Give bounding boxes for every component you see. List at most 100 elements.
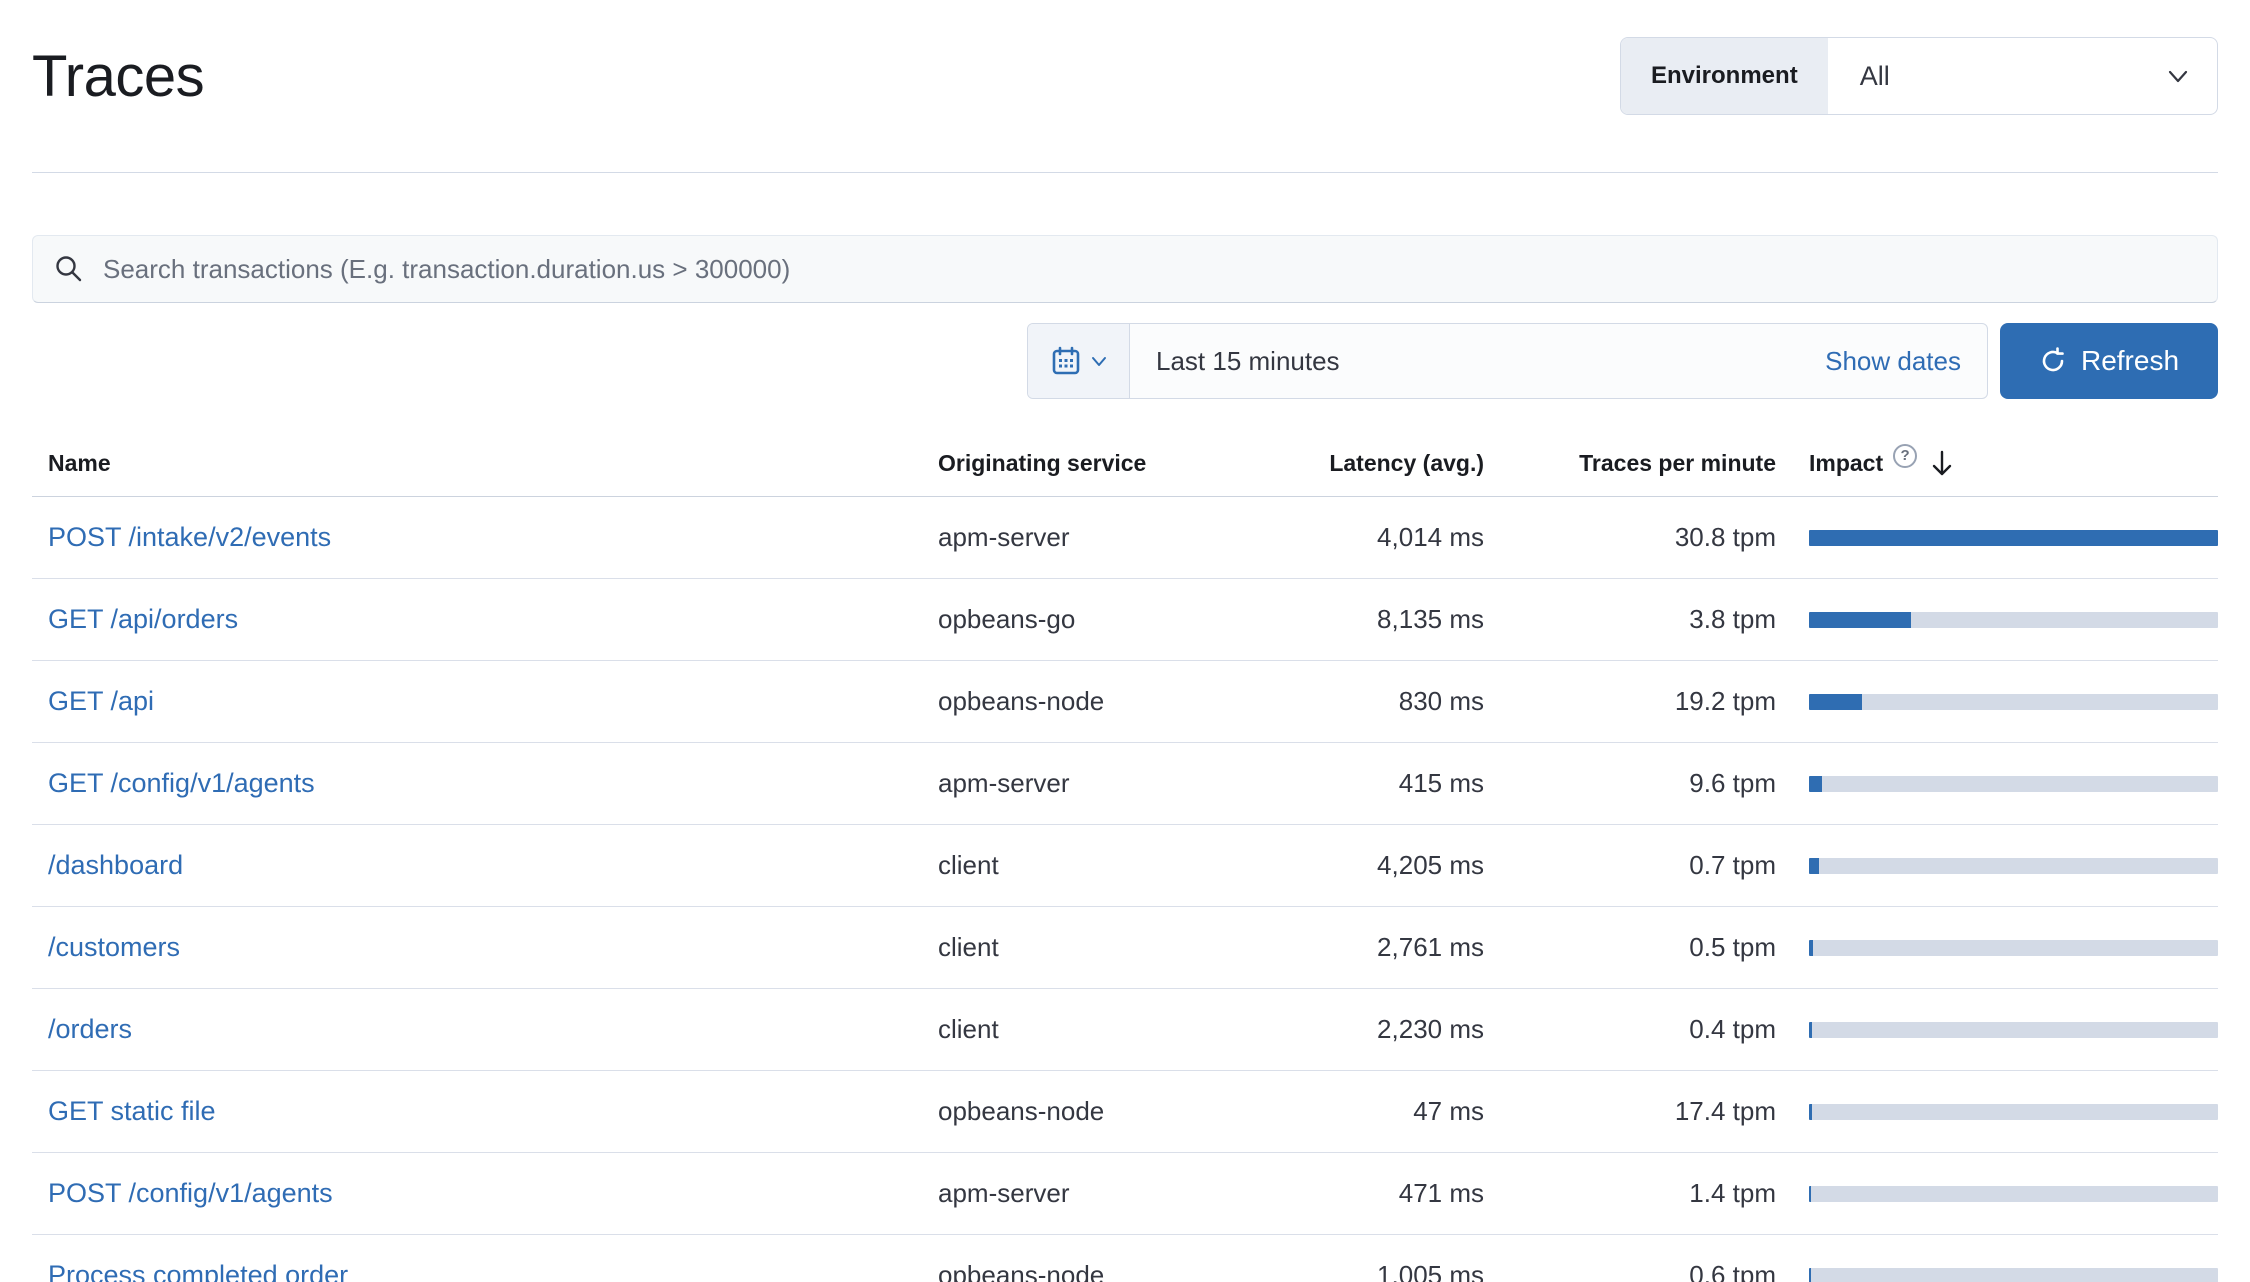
column-header-latency[interactable]: Latency (avg.) bbox=[1236, 450, 1484, 477]
table-row: /customers client 2,761 ms 0.5 tpm bbox=[32, 907, 2218, 989]
table-row: /orders client 2,230 ms 0.4 tpm bbox=[32, 989, 2218, 1071]
calendar-icon bbox=[1050, 345, 1082, 377]
refresh-button[interactable]: Refresh bbox=[2000, 323, 2218, 399]
latency-cell: 8,135 ms bbox=[1236, 604, 1484, 635]
traces-per-minute-cell: 1.4 tpm bbox=[1484, 1178, 1776, 1209]
page-title: Traces bbox=[32, 43, 204, 110]
impact-bar-track bbox=[1809, 858, 2218, 874]
transaction-link[interactable]: POST /intake/v2/events bbox=[48, 522, 331, 552]
transaction-link[interactable]: /customers bbox=[48, 932, 180, 962]
latency-cell: 4,014 ms bbox=[1236, 522, 1484, 553]
impact-bar-track bbox=[1809, 530, 2218, 546]
traces-per-minute-cell: 30.8 tpm bbox=[1484, 522, 1776, 553]
table-row: GET /api opbeans-node 830 ms 19.2 tpm bbox=[32, 661, 2218, 743]
column-header-originating-service[interactable]: Originating service bbox=[938, 450, 1236, 477]
environment-value: All bbox=[1860, 61, 1890, 92]
table-row: GET static file opbeans-node 47 ms 17.4 … bbox=[32, 1071, 2218, 1153]
table-body: POST /intake/v2/events apm-server 4,014 … bbox=[32, 497, 2218, 1282]
table-header-row: Name Originating service Latency (avg.) … bbox=[32, 431, 2218, 497]
originating-service-cell: client bbox=[938, 850, 1236, 881]
impact-bar-fill bbox=[1809, 940, 1813, 956]
latency-cell: 415 ms bbox=[1236, 768, 1484, 799]
search-icon bbox=[53, 253, 85, 285]
table-row: GET /config/v1/agents apm-server 415 ms … bbox=[32, 743, 2218, 825]
originating-service-cell: opbeans-node bbox=[938, 1096, 1236, 1127]
traces-table: Name Originating service Latency (avg.) … bbox=[32, 431, 2218, 1282]
latency-cell: 2,761 ms bbox=[1236, 932, 1484, 963]
transaction-link[interactable]: GET /api bbox=[48, 686, 154, 716]
latency-cell: 4,205 ms bbox=[1236, 850, 1484, 881]
originating-service-cell: client bbox=[938, 932, 1236, 963]
impact-bar-track bbox=[1809, 1104, 2218, 1120]
originating-service-cell: client bbox=[938, 1014, 1236, 1045]
impact-bar-fill bbox=[1809, 1022, 1812, 1038]
impact-bar-fill bbox=[1809, 1104, 1812, 1120]
refresh-icon bbox=[2039, 347, 2067, 375]
date-quick-select-button[interactable] bbox=[1028, 324, 1130, 398]
date-range-section: Last 15 minutes Show dates bbox=[1130, 324, 1987, 398]
originating-service-cell: apm-server bbox=[938, 1178, 1236, 1209]
refresh-label: Refresh bbox=[2081, 345, 2179, 377]
page-header: Traces Environment All bbox=[32, 36, 2218, 116]
traces-page: Traces Environment All bbox=[0, 0, 2250, 1282]
impact-bar-track bbox=[1809, 776, 2218, 792]
date-range-text[interactable]: Last 15 minutes bbox=[1156, 346, 1340, 377]
traces-per-minute-cell: 0.6 tpm bbox=[1484, 1260, 1776, 1282]
originating-service-cell: apm-server bbox=[938, 768, 1236, 799]
sort-descending-icon bbox=[1929, 449, 1955, 479]
environment-value-wrap[interactable]: All bbox=[1828, 38, 2217, 114]
traces-per-minute-cell: 0.5 tpm bbox=[1484, 932, 1776, 963]
impact-bar-fill bbox=[1809, 1186, 1811, 1202]
impact-bar-fill bbox=[1809, 530, 2218, 546]
transaction-link[interactable]: Process completed order bbox=[48, 1260, 348, 1282]
originating-service-cell: opbeans-node bbox=[938, 686, 1236, 717]
impact-bar-fill bbox=[1809, 1268, 1811, 1282]
traces-per-minute-cell: 17.4 tpm bbox=[1484, 1096, 1776, 1127]
chevron-down-icon bbox=[1090, 352, 1108, 370]
impact-bar-track bbox=[1809, 1268, 2218, 1282]
table-row: GET /api/orders opbeans-go 8,135 ms 3.8 … bbox=[32, 579, 2218, 661]
impact-bar-track bbox=[1809, 694, 2218, 710]
transaction-link[interactable]: GET /config/v1/agents bbox=[48, 768, 315, 798]
help-icon[interactable]: ? bbox=[1893, 444, 1917, 468]
transaction-link[interactable]: POST /config/v1/agents bbox=[48, 1178, 333, 1208]
column-header-impact[interactable]: Impact ? bbox=[1776, 449, 2218, 479]
date-picker: Last 15 minutes Show dates bbox=[1027, 323, 1988, 399]
impact-bar-fill bbox=[1809, 776, 1822, 792]
impact-bar-fill bbox=[1809, 858, 1819, 874]
impact-bar-track bbox=[1809, 1022, 2218, 1038]
table-row: /dashboard client 4,205 ms 0.7 tpm bbox=[32, 825, 2218, 907]
column-header-name[interactable]: Name bbox=[32, 450, 938, 477]
environment-label: Environment bbox=[1621, 38, 1828, 114]
transaction-link[interactable]: /orders bbox=[48, 1014, 132, 1044]
search-bar bbox=[32, 235, 2218, 303]
environment-select[interactable]: Environment All bbox=[1620, 37, 2218, 115]
column-header-traces-per-minute[interactable]: Traces per minute bbox=[1484, 450, 1776, 477]
originating-service-cell: apm-server bbox=[938, 522, 1236, 553]
show-dates-link[interactable]: Show dates bbox=[1825, 346, 1961, 377]
traces-per-minute-cell: 0.7 tpm bbox=[1484, 850, 1776, 881]
impact-bar-track bbox=[1809, 1186, 2218, 1202]
traces-per-minute-cell: 3.8 tpm bbox=[1484, 604, 1776, 635]
latency-cell: 830 ms bbox=[1236, 686, 1484, 717]
traces-per-minute-cell: 19.2 tpm bbox=[1484, 686, 1776, 717]
originating-service-cell: opbeans-node bbox=[938, 1260, 1236, 1282]
header-divider bbox=[32, 172, 2218, 173]
table-row: Process completed order opbeans-node 1,0… bbox=[32, 1235, 2218, 1282]
time-controls: Last 15 minutes Show dates Refresh bbox=[32, 323, 2218, 399]
latency-cell: 2,230 ms bbox=[1236, 1014, 1484, 1045]
impact-header-label: Impact bbox=[1809, 450, 1883, 477]
impact-bar-fill bbox=[1809, 694, 1862, 710]
latency-cell: 47 ms bbox=[1236, 1096, 1484, 1127]
traces-per-minute-cell: 9.6 tpm bbox=[1484, 768, 1776, 799]
impact-bar-track bbox=[1809, 612, 2218, 628]
transaction-link[interactable]: GET /api/orders bbox=[48, 604, 238, 634]
transaction-link[interactable]: /dashboard bbox=[48, 850, 183, 880]
chevron-down-icon bbox=[2165, 63, 2191, 89]
table-row: POST /config/v1/agents apm-server 471 ms… bbox=[32, 1153, 2218, 1235]
transaction-link[interactable]: GET static file bbox=[48, 1096, 216, 1126]
search-input[interactable] bbox=[103, 254, 2197, 285]
latency-cell: 471 ms bbox=[1236, 1178, 1484, 1209]
impact-bar-fill bbox=[1809, 612, 1911, 628]
table-row: POST /intake/v2/events apm-server 4,014 … bbox=[32, 497, 2218, 579]
